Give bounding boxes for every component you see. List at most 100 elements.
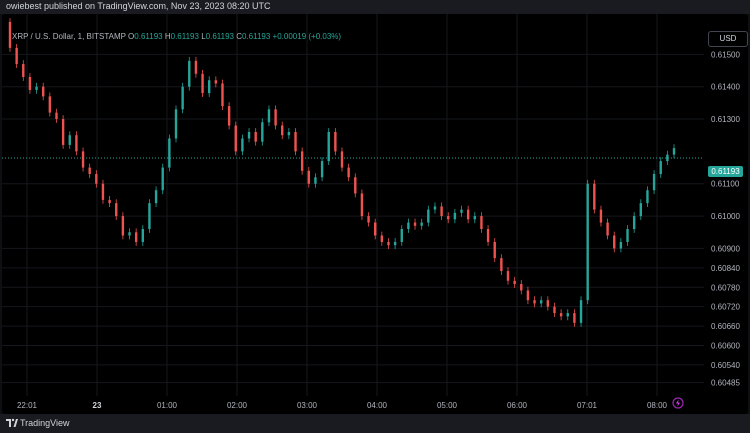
candle-body (42, 86, 45, 97)
candle-body (261, 122, 264, 142)
y-tick-label: 0.61300 (711, 115, 740, 124)
candle-body (579, 300, 583, 323)
candle-body (606, 222, 609, 236)
candle-body (320, 161, 324, 178)
candle-body (599, 209, 603, 223)
candle-body (400, 229, 403, 242)
candle-body (420, 222, 423, 226)
candle-body (559, 313, 563, 317)
chart-panel[interactable]: 0.61500 0.61400 0.61300 0.61100 0.61000 0.609… (2, 14, 748, 414)
candle-body (407, 222, 410, 230)
candle-body (646, 190, 649, 204)
candle-body (334, 131, 337, 152)
candle-body (108, 199, 111, 204)
y-tick-label: 0.60900 (711, 244, 740, 253)
candle-body (188, 60, 191, 87)
y-tick-label: 0.60720 (711, 303, 740, 312)
candle-body (327, 131, 330, 162)
y-tick-label: 0.60600 (711, 341, 740, 350)
x-tick-label: 03:00 (297, 401, 318, 410)
y-tick-label: 0.60840 (711, 264, 740, 273)
chart-window: owiebest published on TradingView.com, N… (0, 0, 750, 433)
y-tick-label: 0.60780 (711, 283, 740, 292)
tradingview-brand: TradingView (20, 418, 70, 428)
symbol-label: XRP / U.S. Dollar, 1, BITSTAMP (12, 32, 126, 41)
top-bar: owiebest published on TradingView.com, N… (0, 0, 750, 14)
open-value: 0.61193 (134, 32, 163, 41)
candle-body (267, 109, 271, 123)
candle-body (500, 258, 503, 272)
candle-body (672, 148, 676, 155)
change-value: +0.00019 (+0.03%) (272, 32, 342, 41)
candle-body (101, 183, 105, 200)
candle-body (546, 300, 550, 307)
x-tick-label: 23 (93, 401, 102, 410)
candles (8, 18, 676, 327)
candlestick-chart[interactable]: 0.61500 0.61400 0.61300 0.61100 0.61000 0.609… (2, 14, 748, 414)
x-tick-label: 01:00 (157, 401, 178, 410)
candle-body (566, 313, 569, 317)
lightning-icon[interactable] (672, 397, 684, 409)
currency-button[interactable]: USD (708, 31, 748, 47)
close-value: 0.61193 (241, 32, 271, 41)
candle-body (294, 131, 297, 152)
candle-body (652, 174, 656, 191)
candle-body (168, 138, 171, 168)
high-value: 0.61193 (170, 32, 199, 41)
candle-body (300, 151, 304, 171)
candle-body (506, 271, 510, 281)
y-tick-label: 0.61000 (711, 212, 740, 221)
y-tick-label: 0.61500 (711, 50, 740, 59)
candle-body (241, 138, 244, 152)
candle-body (314, 177, 317, 184)
candle-body (626, 229, 629, 242)
publisher-line: owiebest published on TradingView.com, N… (6, 1, 271, 11)
candle-body (48, 96, 52, 113)
candle-body (35, 86, 38, 90)
y-tick-label: 0.60485 (711, 379, 740, 388)
candle-body (632, 216, 636, 230)
candle-body (274, 109, 277, 126)
y-tick-label: 0.61100 (711, 180, 740, 189)
x-tick-label: 04:00 (367, 401, 388, 410)
candle-body (287, 131, 291, 136)
candle-body (380, 235, 384, 242)
candle-body (526, 290, 530, 301)
candle-body (480, 216, 483, 230)
y-axis: 0.61500 0.61400 0.61300 0.61100 0.61000 0.609… (711, 50, 740, 387)
candle-body (619, 241, 623, 249)
candle-body (88, 167, 91, 175)
candle-body (181, 86, 184, 110)
candle-body (247, 131, 251, 139)
candle-body (360, 193, 364, 217)
x-tick-label: 05:00 (437, 401, 458, 410)
candle-body (234, 125, 237, 152)
candle-body (340, 151, 344, 168)
candle-body (254, 131, 257, 142)
candle-body (354, 177, 357, 194)
candle-body (174, 109, 178, 139)
candle-body (214, 80, 218, 84)
ohlc-legend: XRP / U.S. Dollar, 1, BITSTAMP O0.61193 … (12, 32, 341, 41)
candle-body (68, 135, 71, 145)
grid-lines (2, 14, 704, 396)
candle-body (281, 125, 284, 136)
candle-body (347, 167, 350, 178)
candle-body (440, 206, 443, 217)
candle-body (148, 203, 151, 230)
candle-body (486, 229, 490, 242)
candle-body (161, 167, 164, 191)
candle-body (466, 209, 470, 220)
x-tick-label: 07:01 (577, 401, 598, 410)
candle-body (473, 216, 476, 220)
candle-body (413, 222, 417, 226)
candle-body (22, 64, 25, 77)
candle-body (141, 229, 144, 242)
candle-body (613, 235, 616, 249)
candle-body (393, 241, 397, 246)
y-tick-label: 0.60660 (711, 322, 740, 331)
candle-body (95, 174, 98, 184)
candle-body (121, 216, 125, 236)
candle-body (367, 216, 370, 223)
candle-body (134, 232, 138, 242)
